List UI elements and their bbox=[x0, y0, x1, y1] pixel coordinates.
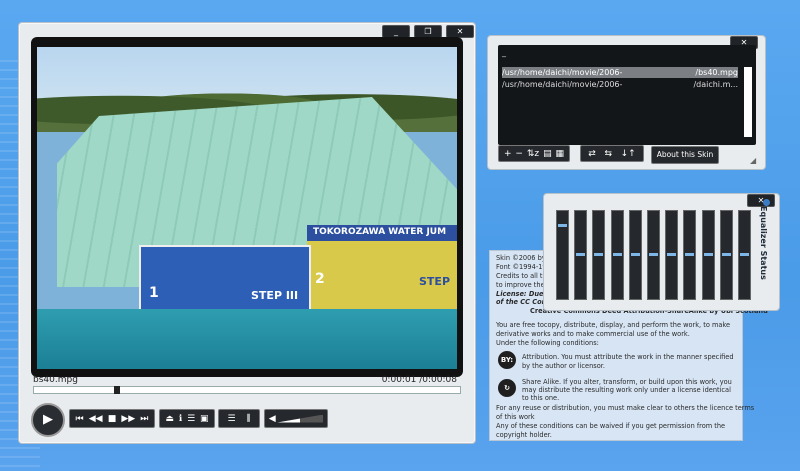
seek-thumb[interactable] bbox=[113, 386, 120, 394]
equalizer-band-slider[interactable] bbox=[738, 210, 751, 300]
equalizer-band-knob[interactable] bbox=[649, 253, 658, 256]
equalizer-band-knob[interactable] bbox=[667, 253, 677, 256]
equalizer-band-knob[interactable] bbox=[576, 253, 586, 256]
equalizer-band-slider[interactable] bbox=[556, 210, 569, 300]
playlist-item-path: /usr/home/daichi/movie/2006- bbox=[502, 80, 623, 89]
equalizer-band-slider[interactable] bbox=[665, 210, 679, 300]
skip-forward-icon[interactable]: ⏭ bbox=[140, 414, 148, 424]
equalizer-band-knob[interactable] bbox=[685, 253, 695, 256]
skip-back-icon[interactable]: ⏮ bbox=[76, 414, 84, 424]
rewind-icon[interactable]: ◀◀ bbox=[89, 414, 103, 424]
playlist-item[interactable]: /usr/home/daichi/movie/2006- /daichi.m..… bbox=[502, 79, 738, 90]
license-line: by the author or licensor. bbox=[522, 362, 605, 370]
grid-icon[interactable]: ▦ bbox=[556, 149, 565, 159]
player-window: _ ❐ ✕ TOKOROZAWA WATER JUM 2 STEP 1 STEP… bbox=[18, 22, 476, 444]
equalizer-band-knob[interactable] bbox=[594, 253, 604, 256]
list-icon[interactable]: ▤ bbox=[543, 149, 552, 159]
playlist-order-buttons: ⇄ ⇆ ↓↑ bbox=[580, 145, 644, 162]
shuffle-icon[interactable]: ⇆ bbox=[604, 149, 612, 159]
playlist-item[interactable]: /usr/home/daichi/movie/2006- /bs40.mpg bbox=[502, 67, 738, 78]
equalizer-band-slider[interactable] bbox=[592, 210, 606, 300]
video-banner-top-text: TOKOROZAWA WATER JUM bbox=[313, 227, 447, 237]
equalizer-icon[interactable]: ⫼ bbox=[246, 414, 250, 424]
playlist-edit-buttons: + − ⇅z ▤ ▦ bbox=[498, 145, 570, 162]
playlist-window: ✕ _ /usr/home/daichi/movie/2006- /bs40.m… bbox=[487, 35, 766, 170]
eject-icon[interactable]: ⏏ bbox=[165, 414, 174, 424]
license-line: Under the following conditions: bbox=[496, 339, 599, 347]
volume-slider[interactable] bbox=[277, 414, 324, 423]
sort-icon[interactable]: ⇅z bbox=[527, 149, 539, 159]
equalizer-band-knob[interactable] bbox=[558, 223, 567, 227]
playlist-icon[interactable]: ☰ bbox=[187, 414, 195, 424]
license-line: of this work bbox=[496, 413, 535, 421]
remove-icon[interactable]: − bbox=[515, 149, 523, 159]
fast-forward-icon[interactable]: ▶▶ bbox=[121, 414, 135, 424]
license-line: Attribution. You must attribute the work… bbox=[522, 353, 734, 361]
license-line: Share Alike. If you alter, transform, or… bbox=[522, 378, 732, 386]
play-button[interactable]: ▶ bbox=[31, 403, 65, 437]
equalizer-band-knob[interactable] bbox=[721, 253, 731, 256]
equalizer-band-slider[interactable] bbox=[610, 210, 624, 300]
speaker-icon: ◀ bbox=[268, 413, 276, 424]
seek-bar[interactable] bbox=[33, 386, 461, 394]
video-display[interactable]: TOKOROZAWA WATER JUM 2 STEP 1 STEP III bbox=[37, 47, 457, 369]
volume-control[interactable]: ◀ bbox=[264, 409, 328, 428]
license-line: copyright holder. bbox=[496, 431, 552, 439]
video-banner-blue: 1 STEP III bbox=[139, 245, 311, 315]
equalizer-band-slider[interactable] bbox=[647, 210, 660, 300]
view-controls: ☰ ⫼ bbox=[218, 409, 260, 428]
file-name: bs40.mpg bbox=[33, 375, 78, 385]
playlist-item-file: /daichi.m... bbox=[693, 80, 738, 89]
about-skin-button[interactable]: About this Skin bbox=[651, 146, 719, 164]
move-icon[interactable]: ↓↑ bbox=[621, 149, 636, 159]
equalizer-band-knob[interactable] bbox=[703, 253, 713, 256]
license-line: may distribute the resulting work only u… bbox=[522, 386, 731, 394]
playlist-item-path: /usr/home/daichi/movie/2006- bbox=[502, 68, 623, 77]
menu-icon[interactable]: ☰ bbox=[227, 414, 235, 424]
add-icon[interactable]: + bbox=[504, 149, 512, 159]
playlist-scrollbar[interactable] bbox=[744, 67, 752, 137]
equalizer-band-slider[interactable] bbox=[628, 210, 642, 300]
equalizer-band-slider[interactable] bbox=[574, 210, 588, 300]
video-step-right: STEP bbox=[419, 275, 451, 288]
equalizer-window: ✕ Equalizer Status bbox=[543, 193, 780, 311]
equalizer-band-slider[interactable] bbox=[683, 210, 697, 300]
share-alike-icon: ↻ bbox=[498, 379, 516, 397]
equalizer-band-knob[interactable] bbox=[612, 253, 622, 256]
equalizer-band-slider[interactable] bbox=[719, 210, 733, 300]
stop-icon[interactable]: ■ bbox=[108, 414, 117, 424]
equalizer-title: Equalizer Status bbox=[759, 206, 768, 280]
equalizer-band-knob[interactable] bbox=[740, 253, 749, 256]
resize-grip-icon[interactable]: ◢ bbox=[750, 156, 756, 165]
license-line: For any reuse or distribution, you must … bbox=[496, 404, 755, 412]
license-line: to this one. bbox=[522, 394, 560, 402]
repeat-icon[interactable]: ⇄ bbox=[588, 149, 596, 159]
equalizer-band-knob[interactable] bbox=[630, 253, 640, 256]
window-icon[interactable]: ▣ bbox=[200, 414, 209, 424]
video-num-right: 2 bbox=[315, 271, 325, 287]
playlist-list: _ /usr/home/daichi/movie/2006- /bs40.mpg… bbox=[498, 45, 756, 145]
time-display: 0:00:01 /0:00:08 bbox=[381, 375, 457, 385]
license-line: You are free tocopy, distribute, display… bbox=[496, 321, 731, 329]
license-line: Any of these conditions can be waived if… bbox=[496, 422, 726, 430]
misc-controls: ⏏ ℹ ☰ ▣ bbox=[159, 409, 215, 428]
video-step-left: STEP III bbox=[251, 289, 299, 302]
video-water bbox=[37, 309, 457, 369]
transport-controls: ⏮ ◀◀ ■ ▶▶ ⏭ bbox=[69, 409, 155, 428]
video-num-left: 1 bbox=[149, 285, 159, 301]
playlist-title: _ bbox=[502, 48, 506, 57]
video-frame: TOKOROZAWA WATER JUM 2 STEP 1 STEP III bbox=[31, 37, 463, 377]
status-dot-icon bbox=[763, 199, 770, 206]
equalizer-band-slider[interactable] bbox=[701, 210, 715, 300]
license-line: derivative works and to make commercial … bbox=[496, 330, 690, 338]
attribution-icon: BY: bbox=[498, 351, 516, 369]
info-icon[interactable]: ℹ bbox=[179, 414, 182, 424]
playlist-item-file: /bs40.mpg bbox=[695, 68, 738, 77]
